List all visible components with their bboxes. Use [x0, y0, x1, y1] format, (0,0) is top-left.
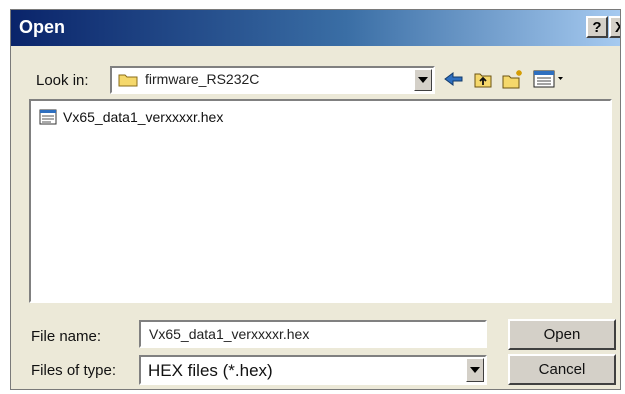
chevron-down-icon[interactable]	[466, 358, 484, 382]
file-list[interactable]: Vx65_data1_verxxxxr.hex	[29, 99, 612, 303]
file-name-input[interactable]	[139, 320, 487, 348]
folder-icon	[118, 74, 138, 87]
file-name-text: Vx65_data1_verxxxxr.hex	[63, 109, 224, 125]
file-list-item[interactable]: Vx65_data1_verxxxxr.hex	[39, 107, 223, 127]
look-in-value: firmware_RS232C	[145, 71, 260, 87]
back-arrow-icon[interactable]	[442, 68, 466, 90]
file-name-label: File name:	[31, 328, 102, 345]
title-bar[interactable]: Open ? X	[11, 10, 620, 46]
open-button[interactable]: Open	[508, 319, 616, 350]
help-button[interactable]: ?	[586, 16, 608, 38]
open-dialog: Open ? X Look in: firmware_RS232C	[10, 9, 621, 390]
look-in-label: Look in:	[36, 72, 89, 89]
up-folder-icon[interactable]	[473, 68, 493, 90]
chevron-down-icon[interactable]	[414, 69, 432, 91]
look-in-dropdown[interactable]: firmware_RS232C	[110, 66, 435, 94]
views-menu-icon[interactable]	[532, 68, 566, 90]
new-folder-icon[interactable]	[502, 68, 524, 90]
cancel-button[interactable]: Cancel	[508, 354, 616, 385]
hex-file-icon	[39, 109, 57, 125]
file-type-value: HEX files (*.hex)	[148, 361, 273, 380]
close-button[interactable]: X	[609, 16, 620, 38]
file-type-label: Files of type:	[31, 362, 117, 379]
dialog-title: Open	[19, 17, 66, 37]
file-type-dropdown[interactable]: HEX files (*.hex)	[139, 355, 487, 385]
